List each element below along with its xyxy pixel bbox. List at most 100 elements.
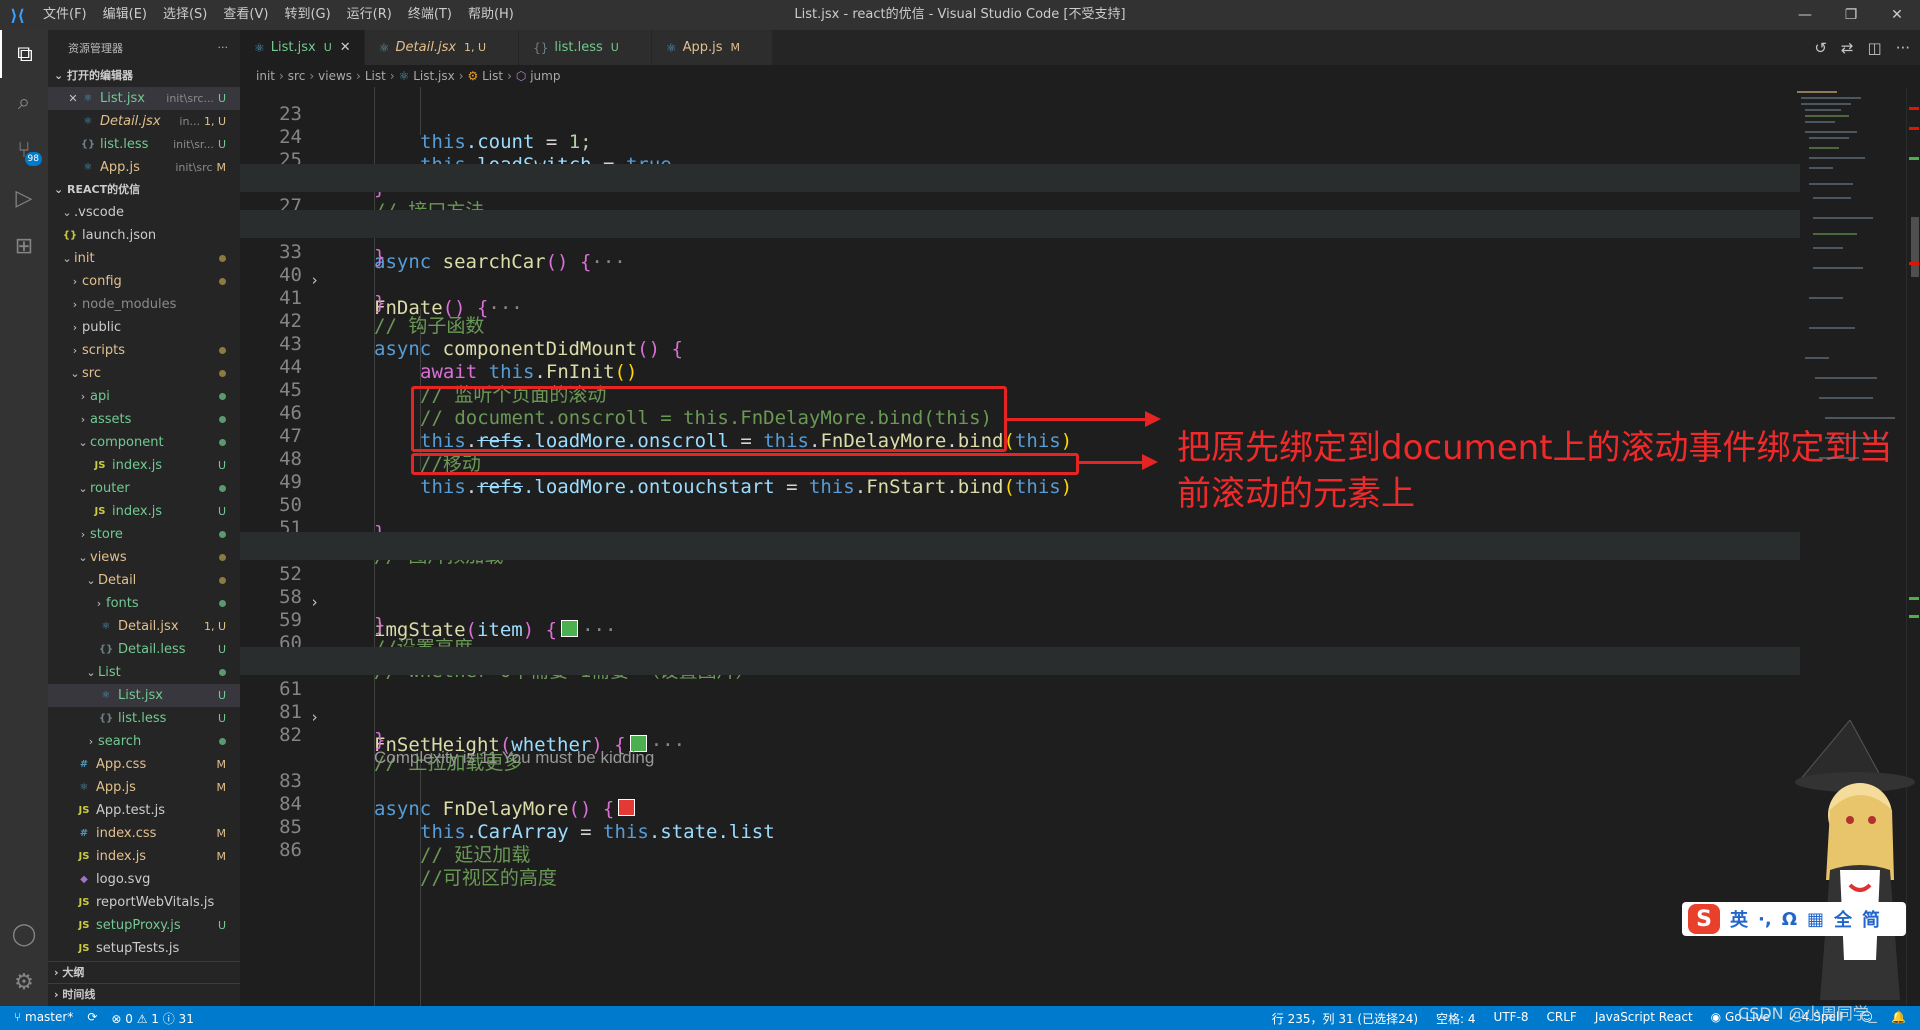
scrollbar-thumb[interactable] (1911, 217, 1919, 277)
ime-simplified[interactable]: 简 (1862, 906, 1880, 932)
activity-bar: ⧉ ⌕ ⑂ 98 ▷ ⊞ ◯ ⚙ (0, 30, 48, 1006)
tab-detail-jsx[interactable]: ⚛ Detail.jsx 1, U (364, 30, 520, 65)
code-editor[interactable]: 23 this.count = 1; 24 this.loadSwitch = … (240, 87, 1920, 1006)
tab-app-js[interactable]: ⚛ App.js M (651, 30, 774, 65)
tree-folder[interactable]: › config (48, 270, 240, 293)
menu-help[interactable]: 帮助(H) (460, 0, 522, 30)
watermark: CSDN @小周同学_ (1738, 1004, 1877, 1023)
compare-changes-icon[interactable]: ⇄ (1841, 39, 1854, 57)
tree-folder[interactable]: › public (48, 316, 240, 339)
close-window-icon[interactable]: ✕ (1874, 0, 1920, 30)
tab-list-jsx[interactable]: ⚛ List.jsx U ✕ (240, 30, 365, 65)
tree-folder[interactable]: › scripts (48, 339, 240, 362)
close-tab-icon[interactable]: ✕ (340, 40, 354, 55)
more-actions-icon[interactable]: ··· (218, 41, 229, 54)
search-icon[interactable]: ⌕ (0, 78, 48, 126)
tree-folder[interactable]: ⌄ List (48, 661, 240, 684)
tree-file[interactable]: JS setupTests.js (48, 937, 240, 960)
tree-folder[interactable]: ⌄ Detail (48, 569, 240, 592)
ime-fullwidth[interactable]: 全 (1834, 906, 1852, 932)
tree-file[interactable]: {} launch.json (48, 224, 240, 247)
ime-symbols[interactable]: Ω (1782, 909, 1797, 930)
open-editor-item[interactable]: ✕ ⚛ List.jsx init\src... U (48, 87, 240, 110)
breadcrumb-item[interactable]: views (318, 69, 352, 83)
indentation[interactable]: 空格: 4 (1436, 1010, 1476, 1027)
tree-folder[interactable]: › fonts (48, 592, 240, 615)
ime-language[interactable]: 英 (1730, 906, 1748, 932)
source-control-icon[interactable]: ⑂ 98 (0, 126, 48, 174)
open-editor-item[interactable]: {} list.less init\sr... U (48, 133, 240, 156)
split-editor-icon[interactable]: ◫ (1868, 39, 1882, 57)
menu-run[interactable]: 运行(R) (339, 0, 400, 30)
more-actions-icon[interactable]: ··· (1896, 39, 1910, 57)
tree-file[interactable]: ⚛ Detail.jsx 1, U (48, 615, 240, 638)
minimize-icon[interactable]: — (1782, 0, 1828, 30)
menu-go[interactable]: 转到(G) (276, 0, 338, 30)
tree-file[interactable]: {} list.less U (48, 707, 240, 730)
breadcrumb-item[interactable]: List.jsx (413, 69, 454, 83)
breadcrumb-item[interactable]: List (482, 69, 503, 83)
breadcrumb-item[interactable]: List (365, 69, 386, 83)
menu-file[interactable]: 文件(F) (35, 0, 95, 30)
tree-folder[interactable]: › search (48, 730, 240, 753)
tree-file[interactable]: JS index.js U (48, 454, 240, 477)
timeline-section[interactable]: › 时间线 (48, 983, 240, 1006)
project-section[interactable]: ⌄ REACT的优信 (48, 179, 240, 201)
tree-folder[interactable]: ⌄ router (48, 477, 240, 500)
tree-folder[interactable]: ⌄ component (48, 431, 240, 454)
tree-file[interactable]: JS setupProxy.js U (48, 914, 240, 937)
language-mode[interactable]: JavaScript React (1595, 1010, 1693, 1027)
tree-folder[interactable]: › assets (48, 408, 240, 431)
ime-keyboard[interactable]: ▦ (1807, 909, 1824, 930)
encoding[interactable]: UTF-8 (1494, 1010, 1529, 1027)
open-editor-item[interactable]: ⚛ App.js init\src M (48, 156, 240, 179)
breadcrumb: init › src › views › List › ⚛ List.jsx › ⚙ Li… (240, 65, 1920, 87)
tree-file-selected[interactable]: ⚛ List.jsx U (48, 684, 240, 707)
tree-folder[interactable]: ⌄ init (48, 247, 240, 270)
account-icon[interactable]: ◯ (0, 910, 48, 958)
breadcrumb-item[interactable]: init (256, 69, 275, 83)
line-ending[interactable]: CRLF (1547, 1010, 1577, 1027)
run-debug-icon[interactable]: ▷ (0, 174, 48, 222)
menu-terminal[interactable]: 终端(T) (400, 0, 460, 30)
gear-icon[interactable]: ⚙ (0, 958, 48, 1006)
tree-folder[interactable]: › node_modules (48, 293, 240, 316)
annotation-box-onscroll (411, 453, 1079, 475)
breadcrumb-item[interactable]: src (288, 69, 306, 83)
tree-folder[interactable]: ⌄ .vscode (48, 201, 240, 224)
ime-punctuation[interactable]: ·, (1758, 909, 1772, 930)
tree-file[interactable]: # index.css M (48, 822, 240, 845)
notifications-icon[interactable]: 🔔 (1891, 1010, 1906, 1027)
problems-indicator[interactable]: ⊗ 0 ⚠ 1 ⓘ 31 (111, 1010, 193, 1027)
tab-list-less[interactable]: {} list.less U (519, 30, 652, 65)
tree-file[interactable]: ◆ logo.svg (48, 868, 240, 891)
extensions-icon[interactable]: ⊞ (0, 222, 48, 270)
tree-folder[interactable]: ⌄ src (48, 362, 240, 385)
tree-folder[interactable]: ⌄ views (48, 546, 240, 569)
tree-file[interactable]: JS App.test.js (48, 799, 240, 822)
tree-folder[interactable]: › api (48, 385, 240, 408)
breadcrumb-item[interactable]: jump (530, 69, 560, 83)
close-icon[interactable]: ✕ (66, 87, 80, 110)
menu-selection[interactable]: 选择(S) (155, 0, 215, 30)
cursor-position[interactable]: 行 235，列 31 (已选择24) (1272, 1010, 1418, 1027)
explorer-icon[interactable]: ⧉ (0, 30, 48, 78)
menu-edit[interactable]: 编辑(E) (95, 0, 155, 30)
menu-view[interactable]: 查看(V) (215, 0, 276, 30)
tree-file[interactable]: {} Detail.less U (48, 638, 240, 661)
tree-folder[interactable]: › store (48, 523, 240, 546)
tree-file[interactable]: # App.css M (48, 753, 240, 776)
branch-indicator[interactable]: ⑂ master* (14, 1010, 73, 1027)
tree-file[interactable]: JS reportWebVitals.js (48, 891, 240, 914)
outline-section[interactable]: › 大纲 (48, 961, 240, 984)
open-editor-item[interactable]: ⚛ Detail.jsx in... 1, U (48, 110, 240, 133)
tree-file[interactable]: JS index.js M (48, 845, 240, 868)
ime-toolbar[interactable]: S 英 ·, Ω ▦ 全 简 (1682, 902, 1906, 936)
open-editors-section[interactable]: ⌄ 打开的编辑器 (48, 65, 240, 87)
tree-file[interactable]: JS index.js U (48, 500, 240, 523)
class-icon: ⚙ (467, 69, 483, 83)
restore-icon[interactable]: ❐ (1828, 0, 1874, 30)
tree-file[interactable]: ⚛ App.js M (48, 776, 240, 799)
sync-icon[interactable]: ⟳ (87, 1010, 97, 1027)
history-icon[interactable]: ↺ (1814, 39, 1827, 57)
